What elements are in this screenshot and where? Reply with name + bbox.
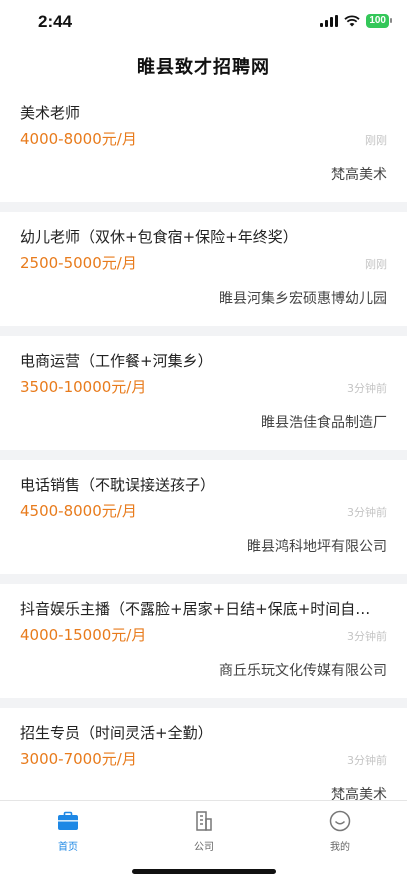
smiley-icon bbox=[329, 810, 351, 832]
job-card[interactable]: 幼儿老师（双休+包食宿+保险+年终奖） 2500-5000元/月 刚刚 睢县河集… bbox=[0, 212, 407, 326]
tab-bar: 首页 公司 我的 bbox=[0, 800, 407, 883]
job-company: 睢县河集乡宏硕惠博幼儿园 bbox=[219, 291, 387, 307]
battery-icon: 100 bbox=[366, 14, 392, 28]
job-posted-time: 刚刚 bbox=[365, 134, 387, 147]
tab-label: 首页 bbox=[58, 842, 78, 853]
job-title: 招生专员（时间灵活+全勤） bbox=[20, 724, 213, 742]
job-company: 梵高美术 bbox=[331, 787, 387, 800]
job-company: 商丘乐玩文化传媒有限公司 bbox=[219, 663, 387, 679]
job-title: 抖音娱乐主播（不露脸+居家+日结+保底+时间自… bbox=[20, 600, 371, 618]
job-company: 睢县浩佳食品制造厂 bbox=[261, 415, 387, 431]
job-company: 梵高美术 bbox=[331, 167, 387, 183]
status-bar: 2:44 100 bbox=[0, 0, 407, 44]
tab-company[interactable]: 公司 bbox=[154, 809, 254, 853]
job-salary: 4000-8000元/月 bbox=[20, 130, 137, 148]
home-indicator bbox=[132, 869, 276, 874]
tab-label: 公司 bbox=[194, 842, 214, 853]
job-list[interactable]: 美术老师 4000-8000元/月 刚刚 梵高美术 幼儿老师（双休+包食宿+保险… bbox=[0, 88, 407, 800]
job-company: 睢县鸿科地坪有限公司 bbox=[247, 539, 387, 555]
job-card[interactable]: 抖音娱乐主播（不露脸+居家+日结+保底+时间自… 4000-15000元/月 3… bbox=[0, 584, 407, 698]
job-posted-time: 3分钟前 bbox=[347, 630, 387, 643]
tab-label: 我的 bbox=[330, 842, 350, 853]
job-title: 电话销售（不耽误接送孩子） bbox=[20, 476, 216, 494]
job-card[interactable]: 电话销售（不耽误接送孩子） 4500-8000元/月 3分钟前 睢县鸿科地坪有限… bbox=[0, 460, 407, 574]
job-salary: 3000-7000元/月 bbox=[20, 750, 137, 768]
job-card[interactable]: 电商运营（工作餐+河集乡） 3500-10000元/月 3分钟前 睢县浩佳食品制… bbox=[0, 336, 407, 450]
job-card[interactable]: 招生专员（时间灵活+全勤） 3000-7000元/月 3分钟前 梵高美术 bbox=[0, 708, 407, 800]
tab-home[interactable]: 首页 bbox=[18, 809, 118, 853]
job-posted-time: 3分钟前 bbox=[347, 754, 387, 767]
briefcase-icon bbox=[58, 811, 78, 830]
job-title: 美术老师 bbox=[20, 104, 81, 122]
job-posted-time: 刚刚 bbox=[365, 258, 387, 271]
job-title: 电商运营（工作餐+河集乡） bbox=[20, 352, 213, 370]
job-card[interactable]: 美术老师 4000-8000元/月 刚刚 梵高美术 bbox=[0, 88, 407, 202]
status-time: 2:44 bbox=[38, 12, 73, 31]
signal-icon bbox=[320, 15, 339, 27]
job-title: 幼儿老师（双休+包食宿+保险+年终奖） bbox=[20, 228, 298, 246]
page-title: 睢县致才招聘网 bbox=[137, 57, 270, 78]
wifi-icon bbox=[344, 15, 360, 27]
job-posted-time: 3分钟前 bbox=[347, 382, 387, 395]
status-icons: 100 bbox=[320, 14, 392, 28]
job-posted-time: 3分钟前 bbox=[347, 506, 387, 519]
building-icon bbox=[196, 811, 212, 831]
job-salary: 4000-15000元/月 bbox=[20, 626, 147, 644]
job-salary: 3500-10000元/月 bbox=[20, 378, 147, 396]
job-salary: 2500-5000元/月 bbox=[20, 254, 137, 272]
job-salary: 4500-8000元/月 bbox=[20, 502, 137, 520]
tab-mine[interactable]: 我的 bbox=[290, 809, 390, 853]
header: 睢县致才招聘网 bbox=[0, 44, 407, 88]
